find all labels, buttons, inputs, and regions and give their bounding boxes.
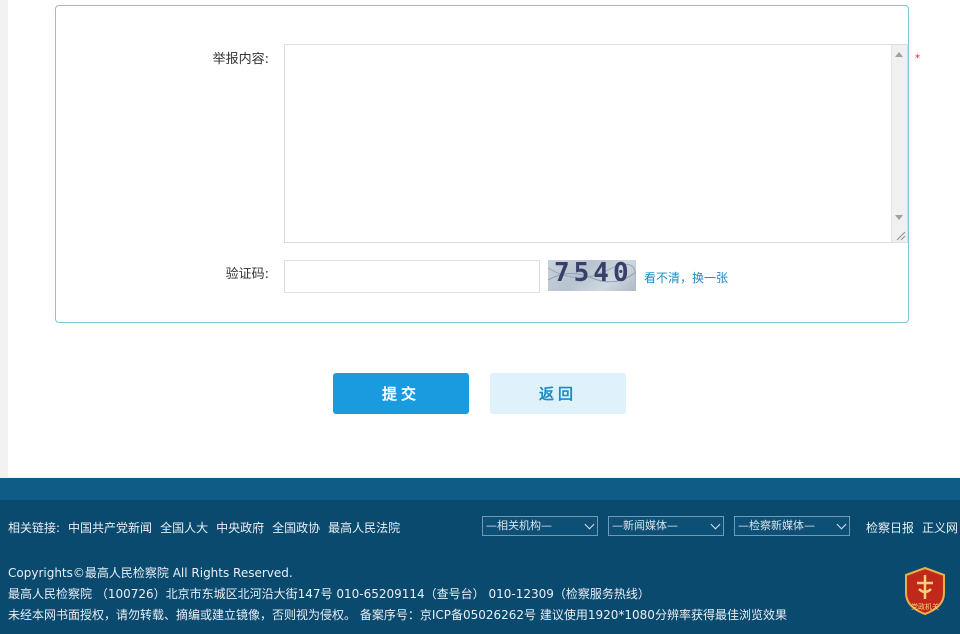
footer: 相关链接: 中国共产党新闻 全国人大 中央政府 全国政协 最高人民法院 —相关机… xyxy=(0,500,960,634)
link-supreme-court[interactable]: 最高人民法院 xyxy=(328,519,400,536)
resize-grip-icon[interactable] xyxy=(894,229,906,241)
select-news-media-value: —新闻媒体— xyxy=(612,519,678,532)
scroll-up-icon[interactable] xyxy=(895,52,903,57)
captcha-text: 7540 xyxy=(554,260,633,288)
select-news-media[interactable]: —新闻媒体— xyxy=(608,516,724,536)
select-procuratorate-media[interactable]: —检察新媒体— xyxy=(734,516,850,536)
right-links: 检察日报 正义网 xyxy=(866,519,958,536)
notice-text: 未经本网书面授权，请勿转载、摘编或建立镜像，否则视为侵权。 备案序号：京ICP备… xyxy=(8,608,787,622)
related-links: 相关链接: 中国共产党新闻 全国人大 中央政府 全国政协 最高人民法院 xyxy=(8,519,400,536)
badge-label: 党政机关 xyxy=(911,602,939,611)
report-form: 举报内容: * 验证码: 7540 看不清，换一张 xyxy=(55,5,920,323)
link-cpc-news[interactable]: 中国共产党新闻 xyxy=(68,519,152,536)
link-npc[interactable]: 全国人大 xyxy=(160,519,208,536)
required-mark: * xyxy=(915,53,920,64)
report-content-textarea[interactable] xyxy=(284,44,908,243)
chevron-down-icon xyxy=(584,519,595,530)
link-cppcc[interactable]: 全国政协 xyxy=(272,519,320,536)
address-text: 最高人民检察院 （100726）北京市东城区北河沿大街147号 010-6520… xyxy=(8,587,650,601)
scroll-down-icon[interactable] xyxy=(895,215,903,220)
textarea-scrollbar[interactable] xyxy=(891,45,907,242)
select-related-orgs-value: —相关机构— xyxy=(486,519,552,532)
link-central-gov[interactable]: 中央政府 xyxy=(216,519,264,536)
chevron-down-icon xyxy=(836,519,847,530)
content-label: 举报内容: xyxy=(212,52,269,67)
captcha-label: 验证码: xyxy=(225,267,269,282)
footer-top-bar xyxy=(0,478,960,500)
government-badge-icon[interactable]: 党政机关 xyxy=(904,567,946,615)
select-procuratorate-media-value: —检察新媒体— xyxy=(738,519,815,532)
captcha-image[interactable]: 7540 xyxy=(548,260,636,291)
refresh-captcha-link[interactable]: 看不清，换一张 xyxy=(644,269,728,286)
submit-button[interactable]: 提交 xyxy=(333,373,469,414)
link-zyw[interactable]: 正义网 xyxy=(922,519,958,536)
related-links-label: 相关链接: xyxy=(8,521,61,535)
select-related-orgs[interactable]: —相关机构— xyxy=(482,516,598,536)
chevron-down-icon xyxy=(710,519,721,530)
back-button[interactable]: 返回 xyxy=(490,373,626,414)
copyright-text: Copyrights©最高人民检察院 All Rights Reserved. xyxy=(8,566,293,580)
link-jcrb[interactable]: 检察日报 xyxy=(866,519,914,536)
captcha-input[interactable] xyxy=(284,260,540,293)
